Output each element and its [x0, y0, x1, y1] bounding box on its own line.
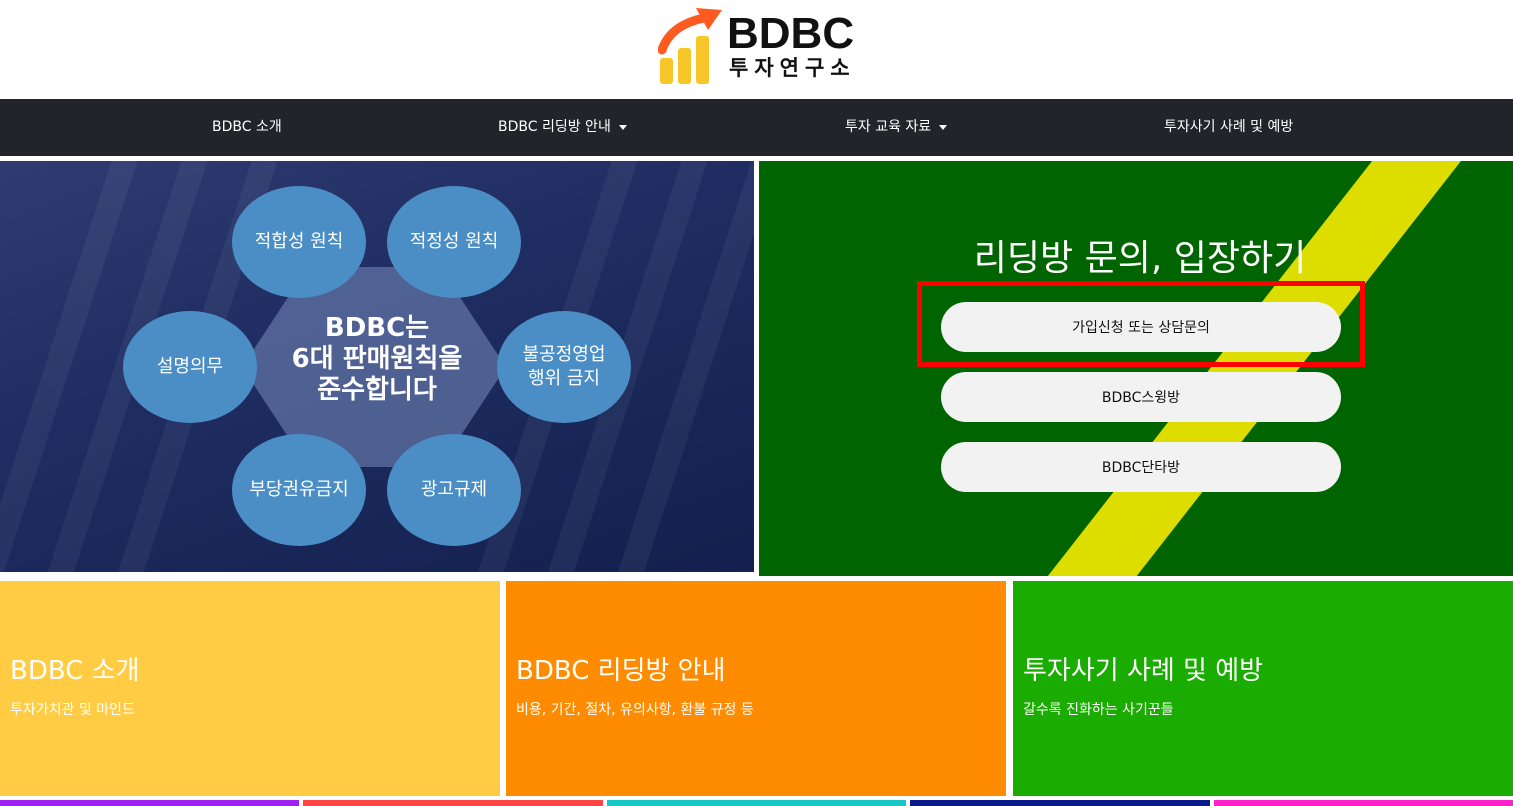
tile-leading-room[interactable]: BDBC 리딩방 안내 비용, 기간, 절차, 유의사항, 환불 규정 등	[506, 581, 1006, 796]
sales-principles-banner: BDBC는 6대 판매원칙을 준수합니다 적합성 원칙 적정성 원칙 설명의무 …	[0, 161, 754, 572]
tile-title: BDBC 리딩방 안내	[516, 656, 726, 686]
growth-chart-icon	[658, 8, 722, 84]
principle-appropriateness: 적정성 원칙	[387, 186, 521, 298]
tile-title: 투자사기 사례 및 예방	[1023, 656, 1264, 686]
nav-item-label: BDBC 소개	[212, 119, 282, 135]
nav-item-about[interactable]: BDBC 소개	[212, 99, 282, 156]
next-tile-edge[interactable]	[1214, 800, 1513, 806]
next-tile-edge[interactable]	[910, 800, 1210, 806]
headline-line: BDBC는	[324, 313, 430, 343]
signup-inquiry-button[interactable]: 가입신청 또는 상담문의	[941, 302, 1341, 352]
nav-item-label: BDBC 리딩방 안내	[498, 119, 611, 135]
principle-advertising-rules: 광고규제	[387, 434, 521, 546]
swing-room-button[interactable]: BDBC스윙방	[941, 372, 1341, 422]
principle-unfair-practice-ban: 불공정영업 행위 금지	[497, 311, 631, 423]
nav-item-label: 투자사기 사례 및 예방	[1164, 119, 1294, 135]
logo-title: BDBC	[727, 9, 855, 58]
tile-subtitle: 갈수록 진화하는 사기꾼들	[1023, 702, 1174, 718]
nav-item-leading-room[interactable]: BDBC 리딩방 안내	[498, 99, 627, 156]
tile-subtitle: 투자가치관 및 마인드	[10, 702, 135, 718]
principle-duty-to-explain: 설명의무	[123, 311, 257, 423]
logo-subtitle: 투자연구소	[729, 56, 856, 80]
nav-item-fraud-prevention[interactable]: 투자사기 사례 및 예방	[1164, 99, 1293, 156]
join-panel: 리딩방 문의, 입장하기 가입신청 또는 상담문의 BDBC스윙방 BDBC단타…	[759, 161, 1513, 576]
next-tile-edge[interactable]	[0, 800, 299, 806]
nav-item-label: 투자 교육 자료	[845, 119, 932, 135]
daytrade-room-button[interactable]: BDBC단타방	[941, 442, 1341, 492]
nav-item-education[interactable]: 투자 교육 자료	[845, 99, 948, 156]
tile-title: BDBC 소개	[10, 656, 140, 686]
caret-down-icon	[618, 124, 627, 130]
headline-line: 준수합니다	[317, 375, 437, 405]
join-title: 리딩방 문의, 입장하기	[973, 238, 1307, 279]
principle-improper-solicitation-ban: 부당권유금지	[232, 434, 366, 546]
tile-subtitle: 비용, 기간, 절차, 유의사항, 환불 규정 등	[516, 702, 754, 718]
principles-headline: BDBC는 6대 판매원칙을 준수합니다	[262, 313, 492, 406]
decorative-stripe	[1037, 161, 1475, 576]
principle-suitability: 적합성 원칙	[232, 186, 366, 298]
caret-down-icon	[939, 124, 948, 130]
next-tile-edge[interactable]	[607, 800, 906, 806]
site-logo[interactable]: BDBC 투자연구소	[658, 8, 858, 88]
tile-about[interactable]: BDBC 소개 투자가치관 및 마인드	[0, 581, 500, 796]
main-nav: BDBC 소개 BDBC 리딩방 안내 투자 교육 자료 투자사기 사례 및 예…	[0, 99, 1513, 156]
headline-line: 6대 판매원칙을	[291, 344, 463, 374]
site-header: BDBC 투자연구소	[0, 0, 1513, 99]
next-tile-edge[interactable]	[303, 800, 603, 806]
tile-fraud-prevention[interactable]: 투자사기 사례 및 예방 갈수록 진화하는 사기꾼들	[1013, 581, 1513, 796]
